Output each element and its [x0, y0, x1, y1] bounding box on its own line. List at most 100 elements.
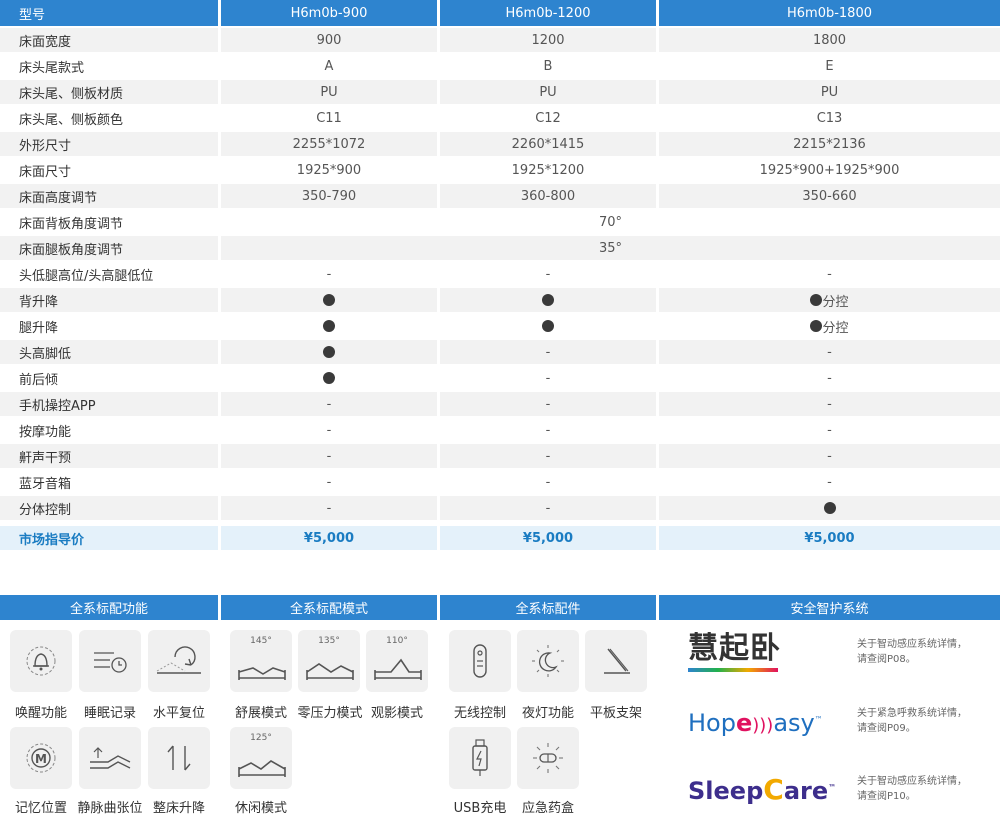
safety-note-2-line2: 请查阅P09。: [857, 723, 916, 734]
row-value-model-2: -: [440, 496, 656, 520]
row-value-model-3: 分控: [659, 288, 1000, 312]
acc-label-2: 夜灯功能: [521, 706, 574, 721]
filled-dot-icon: [323, 372, 335, 384]
filled-dot-icon: 分控: [810, 317, 849, 336]
huiqiwo-logo-text: 慧起卧: [688, 631, 781, 666]
mode-angle-4: 125°: [250, 733, 272, 743]
leisure-mode-icon: 125°: [230, 727, 292, 789]
hopeeasy-logo: Hope)))asy™: [688, 704, 823, 742]
safety-note-2-line1: 关于紧急呼救系统详情，: [857, 708, 967, 719]
row-label: 床头尾、侧板材质: [0, 80, 218, 104]
header-model-2: H6m0b-1200: [440, 0, 656, 26]
row-value-model-2: B: [440, 54, 656, 78]
row-value-model-1: 900: [221, 28, 437, 52]
row-value-model-2: -: [440, 470, 656, 494]
price-row: 市场指导价 ¥5,000 ¥5,000 ¥5,000: [0, 525, 1000, 551]
row-label: 头低腿高位/头高腿低位: [0, 262, 218, 286]
sleepcare-logo-pre: Sleep: [688, 777, 764, 805]
row-label: 分体控制: [0, 496, 218, 520]
row-value-model-3: 350-660: [659, 184, 1000, 208]
row-value-model-2: C12: [440, 106, 656, 130]
zero-gravity-mode-icon: 135°: [298, 630, 360, 692]
price-label: 市场指导价: [0, 526, 218, 550]
row-value-model-1: -: [221, 392, 437, 416]
row-span-value: 35°: [221, 236, 1000, 260]
row-value-model-3: -: [659, 418, 1000, 442]
safety-panel-title: 安全智护系统: [659, 595, 1000, 620]
table-row: 鼾声干预 - - -: [0, 443, 1000, 469]
table-row: 床头尾、侧板颜色 C11 C12 C13: [0, 105, 1000, 131]
stretch-mode-icon: 145°: [230, 630, 292, 692]
row-label: 床面高度调节: [0, 184, 218, 208]
memory-icon: M: [10, 727, 72, 789]
sleepcare-logo-mid: C: [763, 773, 784, 806]
table-row: 头高脚低 - -: [0, 339, 1000, 365]
safety-note-3-line1: 关于智动感应系统详情，: [857, 776, 967, 787]
sleepcare-tm: ™: [828, 783, 837, 792]
row-value-model-1: -: [221, 418, 437, 442]
table-row: 按摩功能 - - -: [0, 417, 1000, 443]
functions-panel-title: 全系标配功能: [0, 595, 218, 620]
func-label-1: 唤醒功能: [14, 706, 67, 721]
func-label-4: 记忆位置: [14, 801, 67, 816]
sleepcare-logo: SleepCare™: [688, 772, 836, 807]
row-value-model-2: 1200: [440, 28, 656, 52]
pill-box-icon: [517, 727, 579, 789]
filled-dot-icon: [323, 294, 335, 306]
table-row: 床面尺寸 1925*900 1925*1200 1925*900+1925*900: [0, 157, 1000, 183]
price-model-3: ¥5,000: [659, 526, 1000, 550]
row-value-model-1: [221, 314, 437, 338]
table-row: 床面背板角度调节 70°: [0, 209, 1000, 235]
table-row: 床头尾、侧板材质 PU PU PU: [0, 79, 1000, 105]
func-label-5: 静脉曲张位: [77, 801, 143, 816]
huiqiwo-logo: 慧起卧: [688, 632, 781, 672]
tablet-stand-icon: [585, 630, 647, 692]
table-row: 背升降 分控: [0, 287, 1000, 313]
safety-note-3: 关于智动感应系统详情， 请查阅P10。: [857, 774, 967, 804]
row-label: 手机操控APP: [0, 392, 218, 416]
row-value-model-3: -: [659, 392, 1000, 416]
mode-angle-1: 145°: [250, 636, 272, 646]
varicose-position-icon: [79, 727, 141, 789]
acc-label-1: 无线控制: [453, 706, 506, 721]
mode-label-4: 休闲模式: [234, 801, 287, 816]
hopeeasy-tm: ™: [814, 715, 823, 724]
row-value-model-1: 350-790: [221, 184, 437, 208]
row-value-model-3: 1800: [659, 28, 1000, 52]
row-value-model-2: -: [440, 392, 656, 416]
acc-label-4: USB充电: [453, 801, 507, 816]
row-value-model-1: [221, 366, 437, 390]
table-row: 蓝牙音箱 - - -: [0, 469, 1000, 495]
row-value-model-2: -: [440, 418, 656, 442]
hopeeasy-logo-post: asy: [773, 709, 815, 737]
svg-text:M: M: [35, 752, 47, 766]
row-label: 前后倾: [0, 366, 218, 390]
safety-note-1: 关于智动感应系统详情， 请查阅P08。: [857, 637, 967, 667]
price-model-2: ¥5,000: [440, 526, 656, 550]
row-value-model-1: 1925*900: [221, 158, 437, 182]
table-row: 外形尺寸 2255*1072 2260*1415 2215*2136: [0, 131, 1000, 157]
row-value-model-2: PU: [440, 80, 656, 104]
mode-label-2: 零压力模式: [297, 706, 363, 721]
row-value-model-1: [221, 288, 437, 312]
row-value-model-3: E: [659, 54, 1000, 78]
table-row: 前后倾 - -: [0, 365, 1000, 391]
accessories-panel-title: 全系标配件: [440, 595, 656, 620]
filled-dot-icon: 分控: [810, 291, 849, 310]
row-label: 床面宽度: [0, 28, 218, 52]
acc-label-3: 平板支架: [589, 706, 642, 721]
row-value-model-1: PU: [221, 80, 437, 104]
row-value-model-1: -: [221, 444, 437, 468]
row-value-model-2: -: [440, 340, 656, 364]
safety-note-1-line1: 关于智动感应系统详情，: [857, 639, 967, 650]
func-label-6: 整床升降: [152, 801, 205, 816]
row-value-model-3: 2215*2136: [659, 132, 1000, 156]
usb-icon: [449, 727, 511, 789]
table-row: 床面腿板角度调节 35°: [0, 235, 1000, 261]
table-row: 床头尾款式 A B E: [0, 53, 1000, 79]
row-value-model-2: [440, 288, 656, 312]
huiqiwo-logo-bar: [688, 668, 778, 672]
row-value-model-1: 2255*1072: [221, 132, 437, 156]
price-model-1: ¥5,000: [221, 526, 437, 550]
row-value-model-3: -: [659, 470, 1000, 494]
